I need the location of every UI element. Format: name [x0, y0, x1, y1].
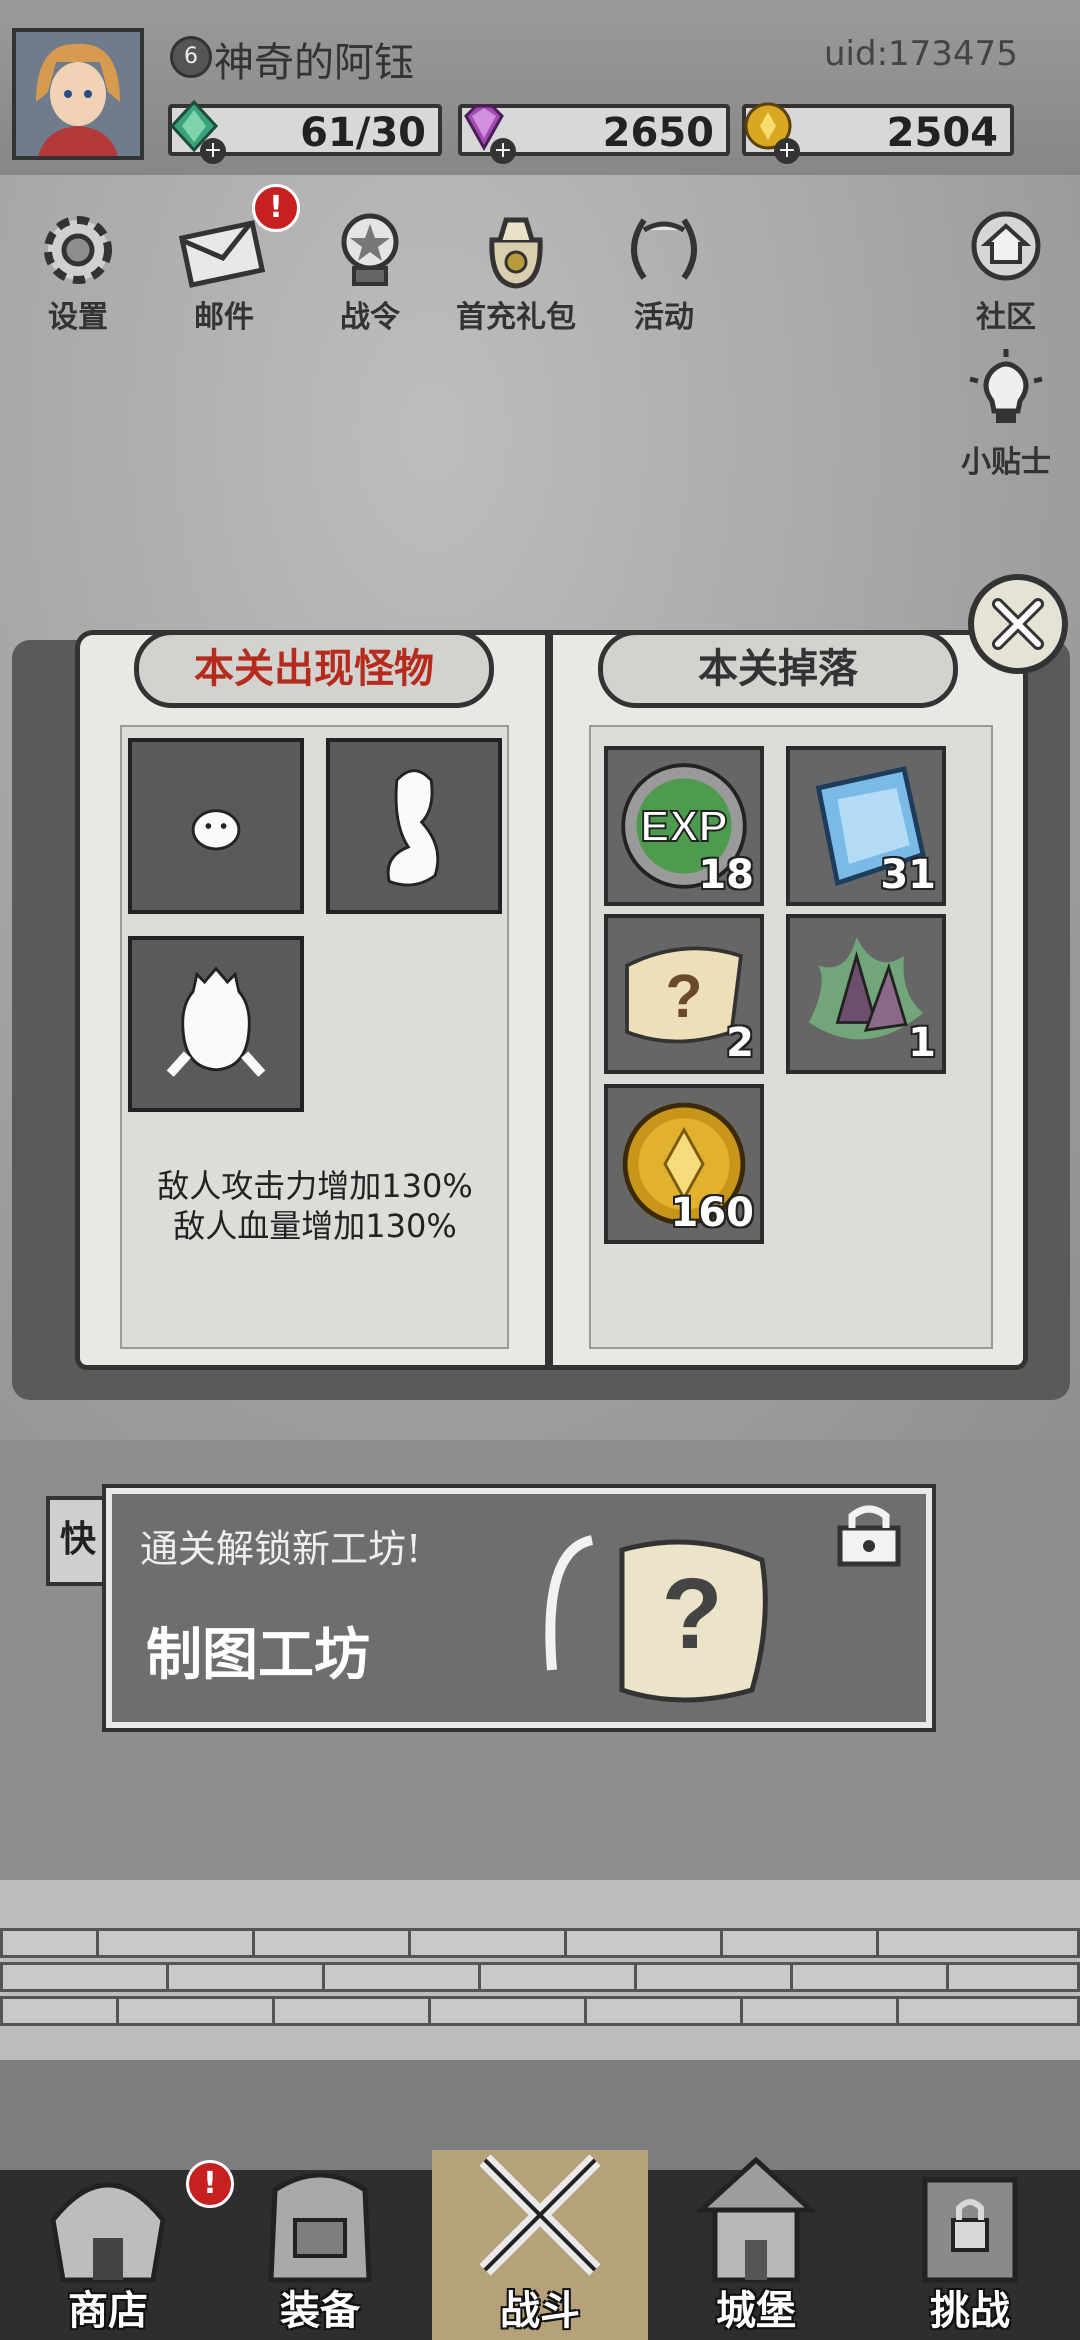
svg-text:?: ?: [661, 1558, 722, 1670]
lightbulb-icon: [969, 349, 1043, 423]
nav-equipment-label: 装备: [280, 2287, 360, 2334]
events-button[interactable]: 活动: [594, 200, 734, 335]
add-gems-button[interactable]: +: [490, 138, 516, 164]
battle-pass-button[interactable]: 战令: [300, 200, 440, 335]
player-avatar[interactable]: [12, 28, 144, 160]
community-button[interactable]: 社区: [936, 200, 1076, 335]
nav-shop[interactable]: 商店: [8, 2150, 208, 2340]
monster-slot[interactable]: [128, 738, 304, 914]
ghost-monster-icon: [386, 769, 440, 887]
drop-count: 1: [908, 1020, 936, 1066]
laurel-icon: [631, 218, 697, 280]
svg-text:?: ?: [665, 962, 702, 1030]
battle-pass-icon: [341, 213, 399, 286]
nav-battle-label: 战斗: [500, 2287, 580, 2334]
player-level-badge: 6: [170, 36, 212, 78]
drop-slot-exp[interactable]: EXP 18: [604, 746, 764, 906]
drop-count: 31: [880, 852, 936, 898]
player-name: 神奇的阿钰: [214, 40, 414, 86]
drop-slot-coin[interactable]: 160: [604, 1084, 764, 1244]
exp-label: EXP: [640, 802, 727, 851]
tips-button[interactable]: 小贴士: [936, 345, 1076, 480]
add-coins-button[interactable]: +: [774, 138, 800, 164]
monster-slot[interactable]: [128, 936, 304, 1112]
coin-counter[interactable]: + 2504: [742, 102, 1014, 164]
stamina-counter[interactable]: + 61/30: [168, 99, 442, 164]
locked-gate-icon: [922, 2177, 1018, 2283]
first-recharge-gift-button[interactable]: 首充礼包: [446, 200, 586, 335]
attack-modifier: 敌人攻击力增加130%: [157, 1167, 473, 1205]
stage-modifiers: 敌人攻击力增加130% 敌人血量增加130%: [95, 1166, 535, 1246]
chick-monster-icon: [191, 809, 241, 851]
gift-bag-icon: [489, 217, 543, 289]
unlock-title: 通关解锁新工坊!: [140, 1527, 422, 1571]
drop-slot-gem[interactable]: 31: [786, 746, 946, 906]
player-uid: uid:173475: [824, 34, 1018, 74]
close-icon: [992, 598, 1044, 650]
hp-modifier: 敌人血量增加130%: [173, 1207, 457, 1245]
nav-castle-label: 城堡: [716, 2287, 796, 2334]
mail-notification-badge: !: [252, 184, 300, 232]
stamina-value: 61/30: [300, 110, 426, 156]
first-recharge-label: 首充礼包: [456, 300, 576, 335]
drop-count: 2: [726, 1020, 754, 1066]
backpack-icon: [268, 2172, 372, 2283]
castle-icon: [694, 2156, 818, 2283]
map-scroll-icon: ?: [545, 1535, 768, 1703]
avatar-portrait-icon: [16, 32, 140, 156]
nav-equipment[interactable]: 装备: [220, 2150, 420, 2340]
gem-counter[interactable]: + 2650: [458, 104, 730, 164]
drop-count: 160: [670, 1190, 755, 1236]
side-tab[interactable]: 快: [46, 1496, 106, 1586]
lock-icon: [837, 1505, 901, 1567]
settings-button[interactable]: 设置: [8, 200, 148, 335]
nav-battle[interactable]: 战斗: [440, 2150, 640, 2340]
shop-hut-icon: [50, 2182, 166, 2283]
add-stamina-button[interactable]: +: [200, 138, 226, 164]
drop-slot-scroll[interactable]: ? 2: [604, 914, 764, 1074]
gear-icon: [44, 216, 112, 284]
stone-wall: [0, 1880, 1080, 2080]
home-icon: [971, 211, 1041, 281]
nav-castle[interactable]: 城堡: [656, 2150, 856, 2340]
drops-title: 本关掉落: [598, 630, 958, 708]
nav-challenge-label: 挑战: [930, 2287, 1010, 2334]
monsters-title: 本关出现怪物: [134, 630, 494, 708]
egg-monster-icon: [166, 966, 266, 1077]
drop-slot-crystal[interactable]: 1: [786, 914, 946, 1074]
nav-shop-label: 商店: [68, 2287, 148, 2334]
workshop-name: 制图工坊: [146, 1622, 370, 1688]
coin-value: 2504: [886, 110, 998, 156]
gem-value: 2650: [602, 110, 714, 156]
monster-slot[interactable]: [326, 738, 502, 914]
nav-challenge[interactable]: 挑战: [870, 2150, 1070, 2340]
close-button[interactable]: [968, 574, 1068, 674]
drop-count: 18: [698, 852, 754, 898]
crossed-swords-icon: [479, 2154, 601, 2276]
